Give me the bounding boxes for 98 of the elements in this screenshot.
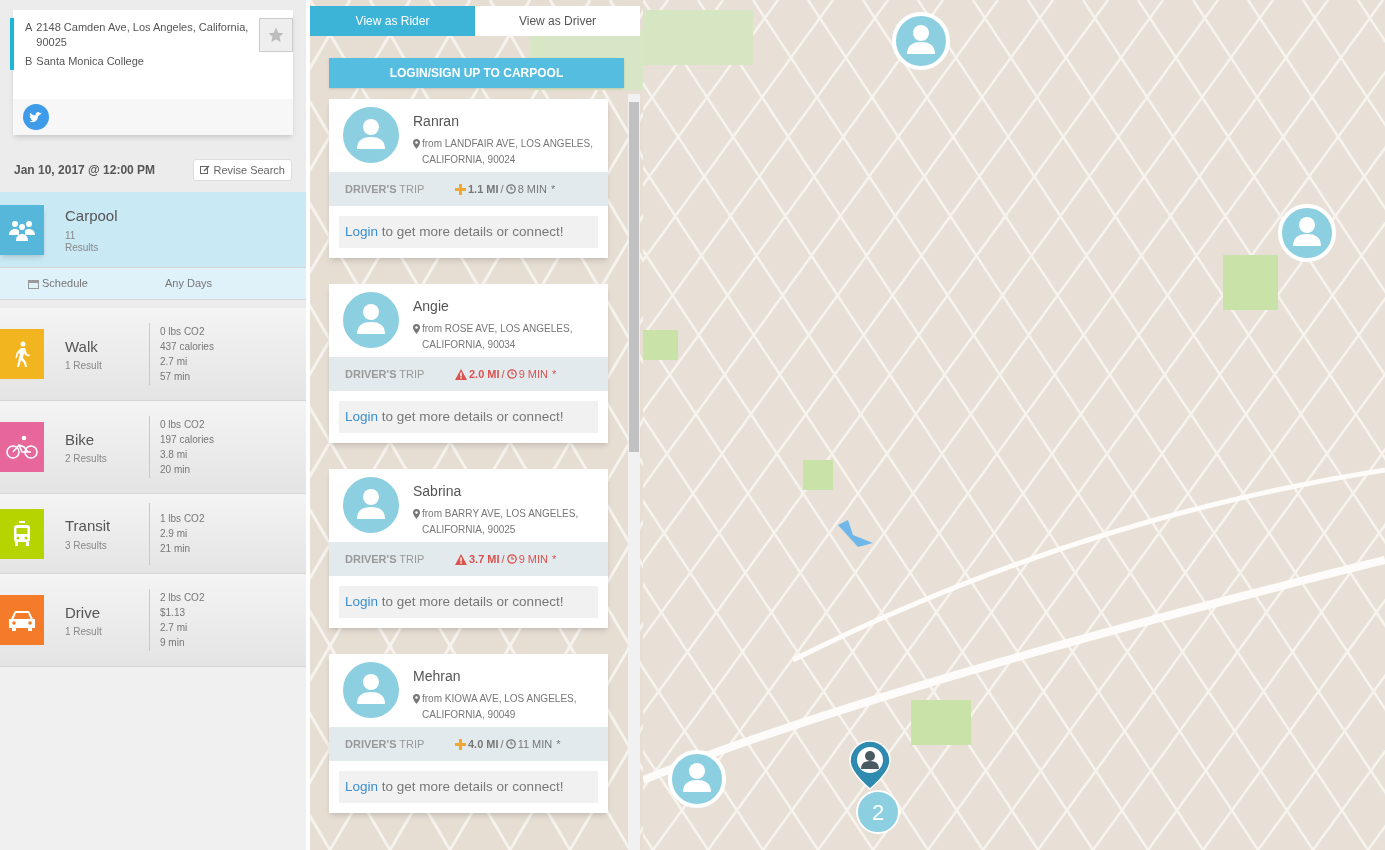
mode-result-count: 1 Result xyxy=(65,360,103,373)
trip-distance: 4.0 MI xyxy=(468,736,499,752)
footnote-mark: * xyxy=(556,736,561,752)
trip-distance: 2.0 MI xyxy=(469,366,500,382)
scrollbar-thumb[interactable] xyxy=(629,102,639,452)
trip-label: DRIVER'S TRIP xyxy=(345,736,426,752)
mode-stat: 0 lbs CO2 xyxy=(160,418,206,432)
login-prompt: Login to get more details or connect! xyxy=(339,586,598,618)
separator: / xyxy=(501,551,505,567)
trip-duration: 8 MIN xyxy=(517,181,547,197)
mode-result-count: 1 Result xyxy=(65,626,103,639)
travel-mode-option[interactable]: Bike 2 Results 0 lbs CO2 197 calories 3.8 mi 20 min xyxy=(0,401,306,494)
warning-icon xyxy=(455,368,467,380)
driver-origin: from BARRY AVE, LOS ANGELES, CALIFORNIA, 90025 xyxy=(422,507,580,537)
trip-distance: 3.7 MI xyxy=(469,551,500,567)
user-map-marker-icon[interactable] xyxy=(668,750,726,808)
travel-mode-option[interactable]: Walk 1 Result 0 lbs CO2 437 calories 2.7 mi 57 min xyxy=(0,308,306,401)
view-tab[interactable]: View as Driver xyxy=(475,6,640,36)
mode-stat: 2.7 mi xyxy=(160,355,189,369)
clock-icon xyxy=(506,369,517,379)
driver-location-pin-icon[interactable] xyxy=(849,740,891,790)
trip-duration: 11 MIN xyxy=(517,736,553,752)
login-link[interactable]: Login xyxy=(345,224,379,239)
mode-name: Carpool xyxy=(65,206,119,227)
mode-stat: 197 calories xyxy=(160,433,214,447)
trip-label: DRIVER'S TRIP xyxy=(345,551,426,567)
login-prompt: Login to get more details or connect! xyxy=(339,771,598,803)
trip-label: DRIVER'S TRIP xyxy=(345,181,426,197)
trip-duration: 9 MIN xyxy=(518,551,548,567)
location-pin-icon xyxy=(413,139,420,149)
location-pin-icon xyxy=(413,509,420,519)
mode-name: Bike xyxy=(65,429,96,450)
mode-stat: 2.7 mi xyxy=(160,621,189,635)
trip-label: DRIVER'S TRIP xyxy=(345,366,426,382)
calendar-icon xyxy=(28,278,39,289)
mode-stat: 2.9 mi xyxy=(160,527,189,541)
search-date-time: Jan 10, 2017 @ 12:00 PM xyxy=(14,162,156,179)
location-pin-icon xyxy=(413,324,420,334)
travel-mode-option[interactable]: Transit 3 Results 1 lbs CO2 2.9 mi 21 min xyxy=(0,494,306,574)
route-marker: A xyxy=(25,20,33,35)
mode-name: Walk xyxy=(65,336,99,357)
mode-stat: 9 min xyxy=(160,636,186,650)
schedule-label: Schedule xyxy=(28,275,165,292)
mode-stat: 1 lbs CO2 xyxy=(160,512,205,526)
separator: / xyxy=(500,181,504,197)
edit-icon xyxy=(200,165,211,175)
driver-name: Angie xyxy=(413,297,450,316)
route-marker: B xyxy=(25,54,33,69)
footnote-mark: * xyxy=(552,366,557,382)
star-icon xyxy=(267,26,285,44)
login-prompt: Login to get more details or connect! xyxy=(339,401,598,433)
mode-name: Drive xyxy=(65,602,101,623)
plus-icon xyxy=(455,738,466,750)
location-pin-icon xyxy=(413,694,420,704)
route-destination: Santa Monica College xyxy=(36,54,144,69)
revise-search-button[interactable]: Revise Search xyxy=(193,159,292,181)
driver-origin: from LANDFAIR AVE, LOS ANGELES, CALIFORNIA, 90024 xyxy=(422,137,594,167)
user-map-marker-icon[interactable] xyxy=(892,12,950,70)
driver-name: Mehran xyxy=(413,667,462,686)
clock-icon xyxy=(505,739,516,749)
login-prompt: Login to get more details or connect! xyxy=(339,216,598,248)
mode-stat: 0 lbs CO2 xyxy=(160,325,206,339)
mode-result-count: 3 Results xyxy=(65,539,108,552)
plus-icon xyxy=(455,183,466,195)
driver-origin: from KIOWA AVE, LOS ANGELES, CALIFORNIA, 90049 xyxy=(422,692,578,722)
favorite-star-button[interactable] xyxy=(259,18,293,52)
login-link[interactable]: Login xyxy=(345,779,379,794)
trip-duration: 9 MIN xyxy=(518,366,548,382)
driver-origin: from ROSE AVE, LOS ANGELES, CALIFORNIA, 90034 xyxy=(422,322,574,352)
mode-stat: $1.13 xyxy=(160,606,187,620)
login-link[interactable]: Login xyxy=(345,409,379,424)
mode-name: Transit xyxy=(65,516,112,537)
clock-icon xyxy=(506,554,517,564)
separator: / xyxy=(501,366,505,382)
driver-name: Sabrina xyxy=(413,482,463,501)
footnote-mark: * xyxy=(552,551,557,567)
mode-stat: 3.8 mi xyxy=(160,448,189,462)
trip-distance: 1.1 MI xyxy=(468,181,499,197)
travel-mode-option[interactable]: Drive 1 Result 2 lbs CO2 $1.13 2.7 mi 9 min xyxy=(0,574,306,667)
mode-result-count: 11 Results xyxy=(65,229,100,254)
driver-name: Ranran xyxy=(413,112,460,131)
route-origin: 2148 Camden Ave, Los Angeles, California, 90025 xyxy=(36,20,249,50)
user-map-marker-icon[interactable] xyxy=(1278,204,1336,262)
mode-result-count: 2 Results xyxy=(65,453,108,466)
warning-icon xyxy=(455,553,467,565)
mode-stat: 2 lbs CO2 xyxy=(160,591,205,605)
mode-stat: 21 min xyxy=(160,542,191,556)
route-accent-bar xyxy=(10,18,14,70)
travel-mode-option[interactable]: Carpool 11 Results xyxy=(0,192,306,268)
footnote-mark: * xyxy=(551,181,556,197)
clock-icon xyxy=(505,184,516,194)
bird-icon[interactable] xyxy=(23,104,49,130)
schedule-value: Any Days xyxy=(165,276,213,292)
mode-stat: 20 min xyxy=(160,463,191,477)
mode-stat: 437 calories xyxy=(160,340,214,354)
separator: / xyxy=(500,736,504,752)
login-link[interactable]: Login xyxy=(345,594,379,609)
mode-stat: 57 min xyxy=(160,370,191,384)
